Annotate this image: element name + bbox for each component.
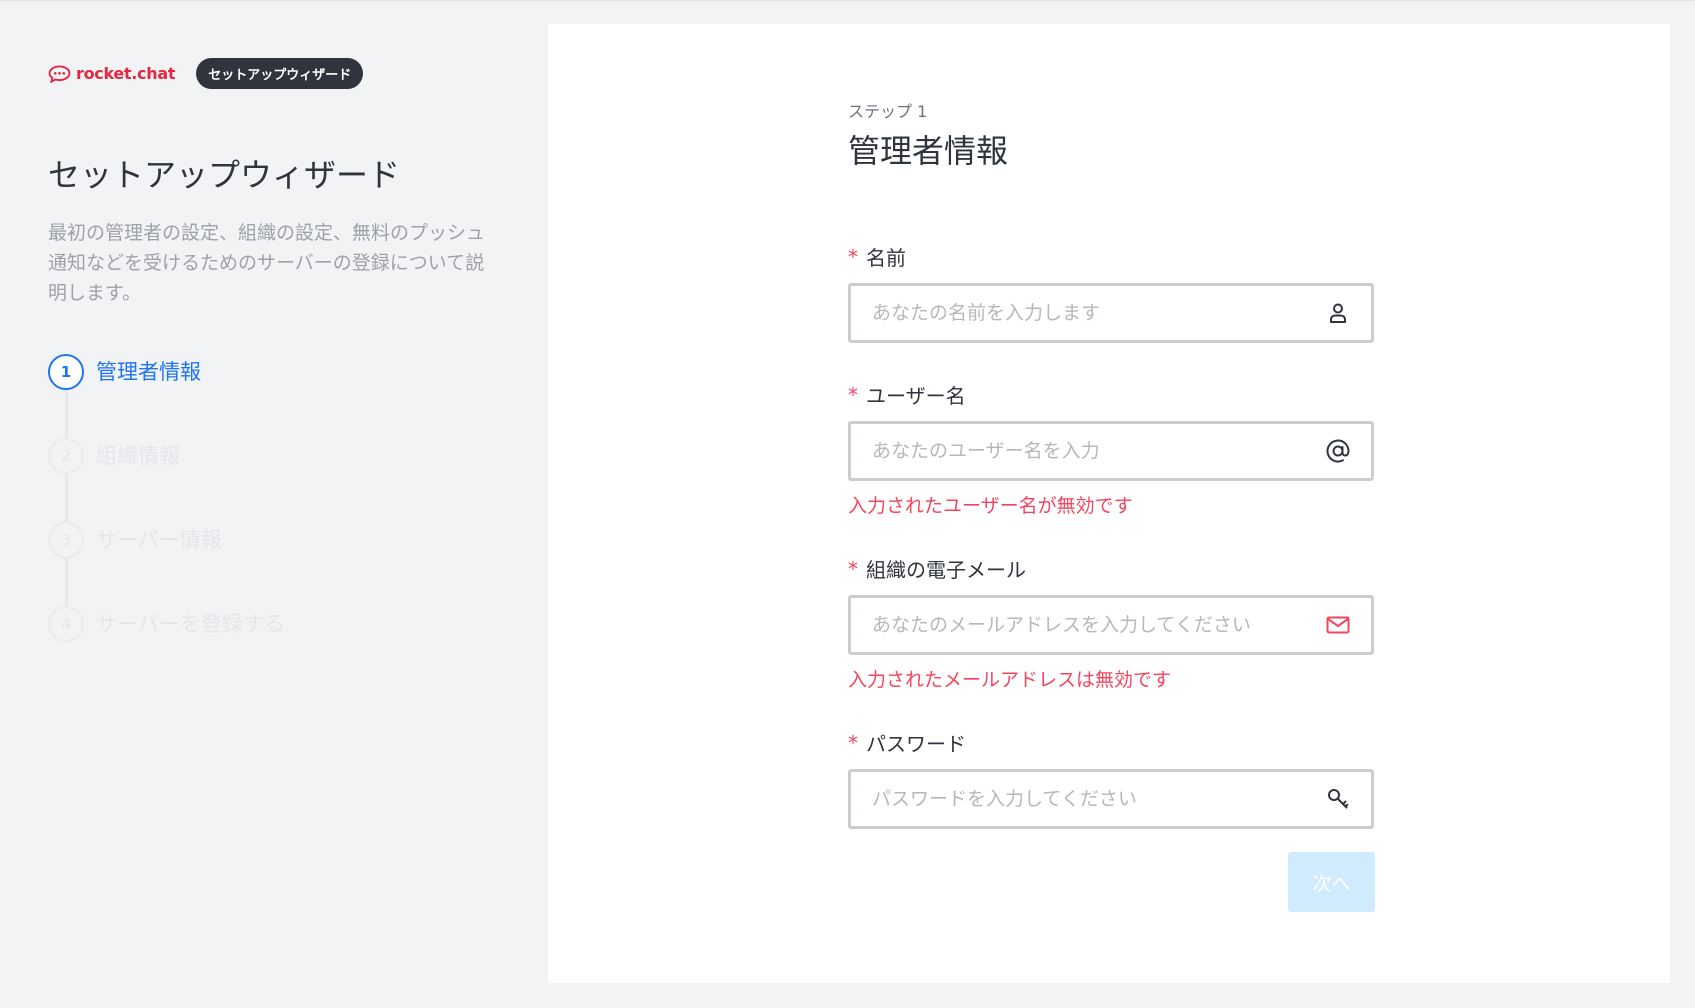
password-field: * パスワード bbox=[848, 728, 1374, 829]
email-error: 入力されたメールアドレスは無効です bbox=[848, 669, 1172, 691]
rocket-chat-logo: rocket.chat bbox=[48, 64, 175, 83]
field-label-row: * 名前 bbox=[848, 242, 1374, 271]
form-card: ステップ 1 管理者情報 * 名前 * ユーザー名 bbox=[548, 24, 1670, 983]
username-input[interactable] bbox=[872, 440, 1325, 462]
step-label: 管理者情報 bbox=[96, 360, 201, 384]
name-label: 名前 bbox=[866, 246, 906, 270]
username-field: * ユーザー名 入力されたユーザー名が無効です bbox=[848, 380, 1374, 518]
wizard-tag: セットアップウィザード bbox=[196, 58, 364, 89]
next-button[interactable]: 次へ bbox=[1288, 852, 1375, 912]
required-mark: * bbox=[848, 244, 858, 269]
step-admin-info: 1 管理者情報 bbox=[48, 354, 285, 438]
field-label-row: * ユーザー名 bbox=[848, 380, 1374, 409]
step-server-info: 3 サーバー情報 bbox=[48, 522, 285, 606]
email-input-box[interactable] bbox=[848, 595, 1374, 655]
user-icon bbox=[1325, 300, 1351, 326]
logo-text: rocket.chat bbox=[76, 64, 176, 83]
brand-bar: rocket.chat セットアップウィザード bbox=[48, 58, 364, 89]
step-label: サーバーを登録する bbox=[96, 612, 285, 636]
mail-icon bbox=[1325, 612, 1351, 638]
step-label: サーバー情報 bbox=[96, 528, 222, 552]
email-input[interactable] bbox=[872, 614, 1325, 636]
step-number: 3 bbox=[48, 522, 84, 558]
required-mark: * bbox=[848, 556, 858, 581]
required-mark: * bbox=[848, 730, 858, 755]
sidebar-title: セットアップウィザード bbox=[48, 156, 401, 194]
required-mark: * bbox=[848, 382, 858, 407]
step-organization-info: 2 組織情報 bbox=[48, 438, 285, 522]
field-label-row: * 組織の電子メール bbox=[848, 554, 1374, 583]
sidebar-description: 最初の管理者の設定、組織の設定、無料のプッシュ通知などを受けるためのサーバーの登… bbox=[48, 222, 486, 304]
step-label: 組織情報 bbox=[96, 444, 180, 468]
field-label-row: * パスワード bbox=[848, 728, 1374, 757]
name-input[interactable] bbox=[872, 302, 1325, 324]
password-label: パスワード bbox=[866, 732, 966, 756]
chat-bubble-icon bbox=[48, 64, 71, 83]
password-input-box[interactable] bbox=[848, 769, 1374, 829]
step-number: 4 bbox=[48, 606, 84, 642]
password-input[interactable] bbox=[872, 788, 1325, 810]
steps-list: 1 管理者情報 2 組織情報 3 サーバー情報 4 サーバーを登録する bbox=[48, 354, 285, 690]
admin-info-form: ステップ 1 管理者情報 * 名前 * ユーザー名 bbox=[848, 98, 1374, 829]
key-icon bbox=[1325, 786, 1351, 812]
sidebar: rocket.chat セットアップウィザード セットアップウィザード 最初の管… bbox=[0, 0, 548, 1008]
step-kicker: ステップ 1 bbox=[848, 102, 928, 121]
at-sign-icon bbox=[1325, 438, 1351, 464]
username-label: ユーザー名 bbox=[866, 384, 966, 408]
email-label: 組織の電子メール bbox=[866, 558, 1026, 582]
username-input-box[interactable] bbox=[848, 421, 1374, 481]
name-field: * 名前 bbox=[848, 242, 1374, 343]
step-number: 2 bbox=[48, 438, 84, 474]
email-field: * 組織の電子メール 入力されたメールアドレスは無効です bbox=[848, 554, 1374, 692]
step-register-server: 4 サーバーを登録する bbox=[48, 606, 285, 690]
username-error: 入力されたユーザー名が無効です bbox=[848, 495, 1133, 517]
form-title: 管理者情報 bbox=[848, 132, 1009, 170]
step-number: 1 bbox=[48, 354, 84, 390]
name-input-box[interactable] bbox=[848, 283, 1374, 343]
